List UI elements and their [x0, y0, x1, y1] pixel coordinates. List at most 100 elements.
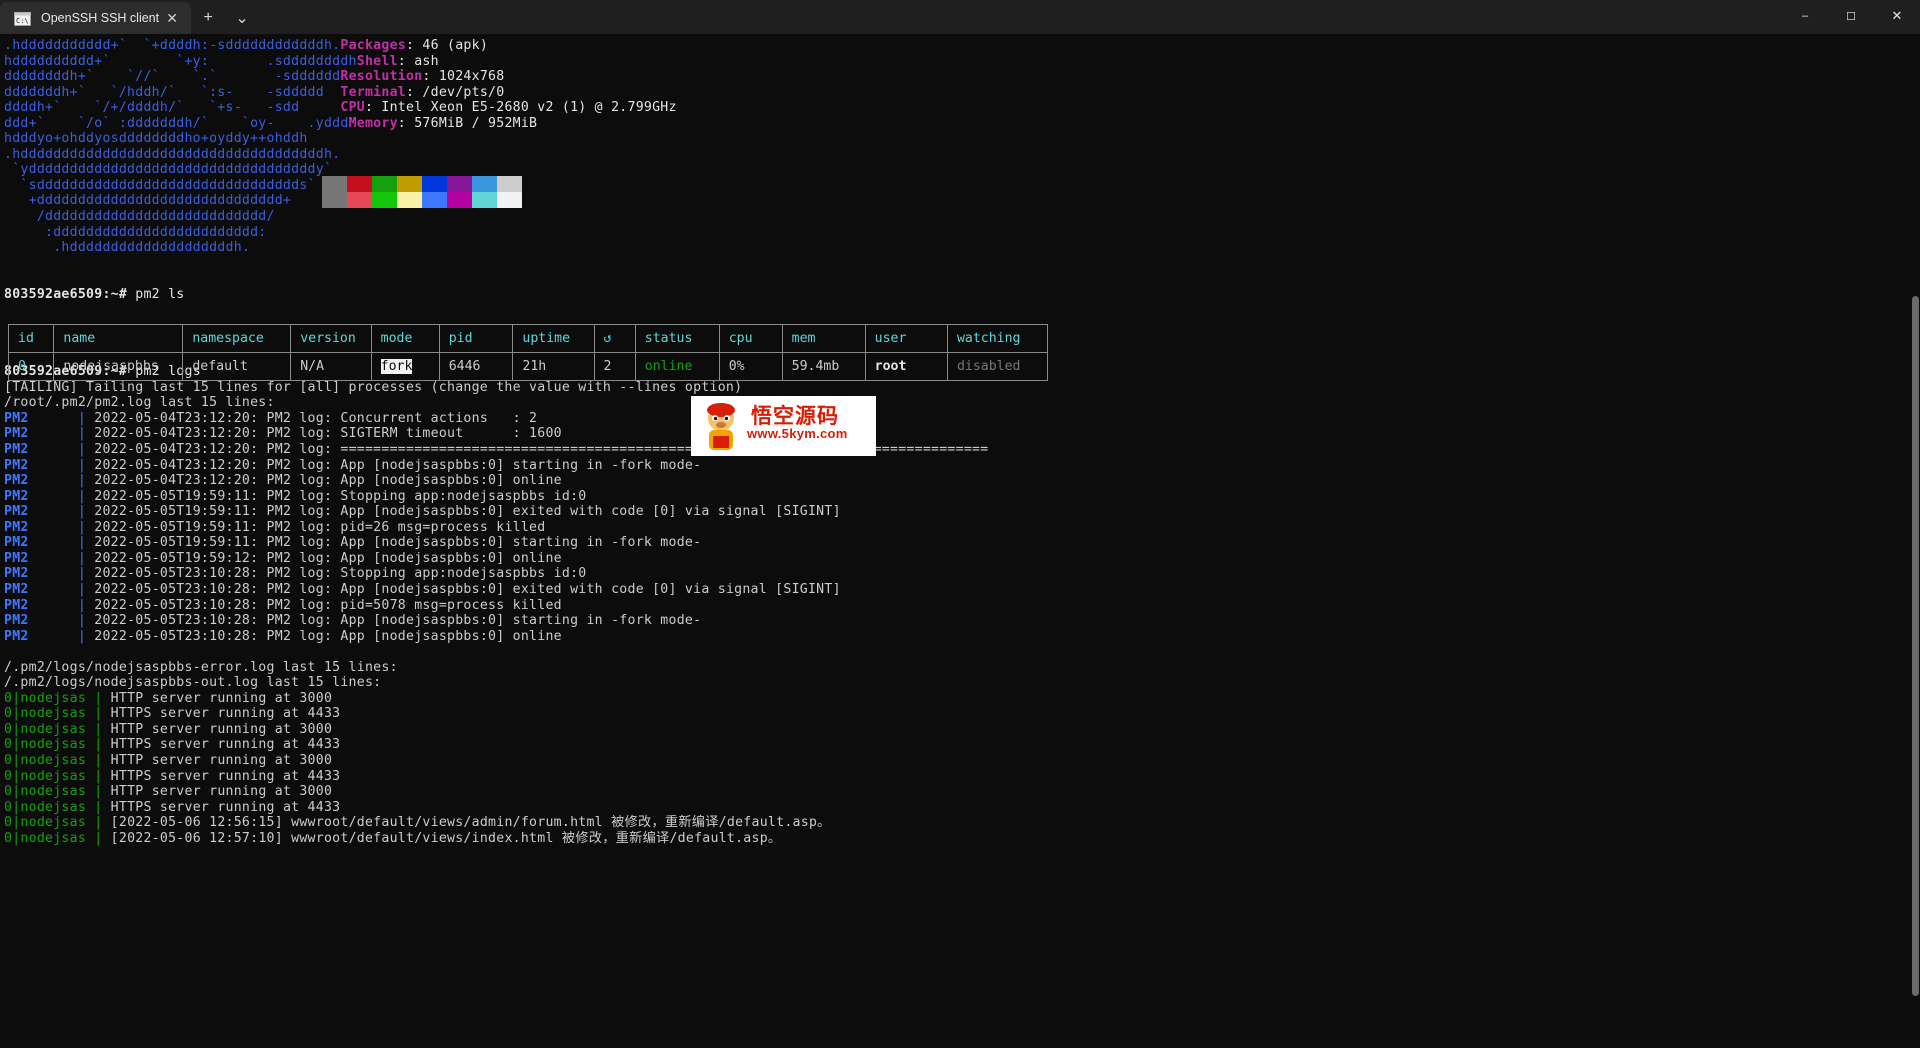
pm2-log-message: 2022-05-05T23:10:28: PM2 log: App [nodej… — [94, 628, 562, 644]
pm2-process-table: id name namespace version mode pid uptime ↺ stat… — [7, 324, 1049, 381]
terminal-tab[interactable]: C:\ OpenSSH SSH client ✕ — [0, 2, 192, 34]
palette-swatch — [422, 192, 447, 208]
out-log-header: /.pm2/logs/nodejsaspbbs-out.log last 15 … — [4, 675, 382, 691]
app-log-separator: | — [86, 830, 111, 846]
close-icon[interactable]: ✕ — [159, 5, 185, 31]
ascii-art-segment: .hdddddddddddddddddddddddddddddddddddddh… — [4, 146, 341, 162]
pm2-log-line: PM2 | 2022-05-04T23:12:20: PM2 log: Conc… — [4, 411, 1920, 427]
pm2-log-separator: | — [77, 410, 95, 426]
pm2-log-prefix: PM2 — [4, 566, 78, 582]
scrollbar-thumb[interactable] — [1912, 296, 1919, 996]
pm2-log-prefix: PM2 — [4, 597, 78, 613]
shell-command: pm2 ls — [135, 286, 185, 302]
terminal-screen: .hddddddddddd+` `+ddddh:-sddddddddddddh.… — [0, 34, 1920, 846]
app-log-line: 0|nodejsas | [2022-05-06 12:56:15] wwwro… — [4, 815, 1920, 831]
pm2-log-separator: | — [77, 613, 95, 629]
info-value: : 46 (apk) — [406, 38, 489, 53]
app-log-message: HTTPS server running at 4433 — [110, 799, 341, 815]
info-value: : Intel Xeon E5-2680 v2 (1) @ 2.799GHz — [364, 100, 677, 116]
ascii-art-segment: :ddddddddddddddddddddddddd: — [4, 224, 341, 240]
palette-swatch — [497, 176, 522, 192]
ascii-art-segment: `ydddddddddddddddddddddddddddddddddddy` — [4, 162, 341, 178]
pm2-log-prefix: PM2 — [4, 628, 78, 644]
palette-swatch — [422, 176, 447, 192]
pm2-log-message: 2022-05-05T19:59:11: PM2 log: App [nodej… — [94, 504, 841, 520]
pm2-log-message: 2022-05-05T23:10:28: PM2 log: App [nodej… — [94, 613, 702, 629]
pm2-value-version: N/A — [300, 359, 325, 374]
ascii-art-segment: hdddyo+ohddyosddddddddho+oyddy++ohddh — [4, 131, 341, 147]
pm2-header-version: version — [290, 324, 372, 353]
pm2-log-prefix: PM2 — [4, 550, 78, 566]
shell-prompt: 803592ae6509:~# — [4, 286, 136, 302]
terminal-icon: C:\ — [14, 11, 31, 26]
pm2-log-prefix: PM2 — [4, 519, 78, 535]
pm2-cell-name: nodejsaspbbs — [53, 352, 184, 381]
window-controls: – ☐ ✕ — [1782, 0, 1920, 32]
pm2-log-header: /root/.pm2/pm2.log last 15 lines: — [4, 395, 275, 411]
app-log-prefix: 0|nodejsas — [4, 830, 87, 846]
terminal-scrollbar[interactable] — [1911, 34, 1920, 1048]
pm2-log-line: PM2 | 2022-05-05T23:10:28: PM2 log: App … — [4, 613, 1920, 629]
app-log-message: HTTP server running at 3000 — [110, 752, 333, 768]
app-log-message: HTTP server running at 3000 — [110, 721, 333, 737]
new-tab-button[interactable]: + — [191, 2, 225, 34]
blank-line — [4, 644, 1920, 660]
neofetch-line: .hddddddddddddddddddddh. — [4, 240, 1920, 256]
pm2-log-separator: | — [77, 504, 95, 520]
pm2-cell-mode: fork — [370, 352, 440, 381]
command-line-pm2-ls: 803592ae6509:~# pm2 ls — [4, 287, 1920, 303]
app-log-separator: | — [86, 799, 111, 815]
pm2-value-watching: disabled — [956, 359, 1021, 374]
pm2-log-prefix: PM2 — [4, 581, 78, 597]
app-log-separator: | — [86, 721, 111, 737]
info-value: : /dev/pts/0 — [406, 84, 505, 100]
info-value: : 576MiB / 952MiB — [397, 115, 538, 131]
terminal-surface[interactable]: .hddddddddddd+` `+ddddh:-sddddddddddddh.… — [0, 34, 1920, 1048]
pm2-log-line: PM2 | 2022-05-05T23:10:28: PM2 log: pid=… — [4, 598, 1920, 614]
pm2-log-line: PM2 | 2022-05-04T23:12:20: PM2 log: ====… — [4, 442, 1920, 458]
pm2-log-message: 2022-05-05T23:10:28: PM2 log: App [nodej… — [94, 581, 841, 597]
app-log-prefix: 0|nodejsas — [4, 706, 87, 722]
watermark-overlay: 悟空源码 www.5kym.com — [691, 396, 876, 456]
app-log-prefix: 0|nodejsas — [4, 815, 87, 831]
pm2-value-restarts: 2 — [603, 359, 612, 374]
pm2-header-pid: pid — [438, 324, 514, 353]
pm2-table-row[interactable]: 0 nodejsaspbbs default N/A fork 6446 21h 2 onlin… — [7, 352, 1049, 381]
palette-row-normal — [322, 176, 522, 192]
pm2-cell-uptime: 21h — [512, 352, 595, 381]
pm2-log-line: PM2 | 2022-05-05T19:59:11: PM2 log: Stop… — [4, 489, 1920, 505]
palette-swatch — [497, 192, 522, 208]
pm2-log-prefix: PM2 — [4, 410, 78, 426]
ascii-art-segment: ddddddddh+` `//` `.` -sdddddd — [4, 69, 341, 85]
neofetch-color-palette — [322, 176, 522, 208]
pm2-log-message: 2022-05-05T19:59:12: PM2 log: App [nodej… — [94, 550, 562, 566]
app-log-message: HTTPS server running at 4433 — [110, 768, 341, 784]
maximize-button[interactable]: ☐ — [1828, 0, 1874, 32]
chevron-down-icon[interactable]: ⌄ — [225, 2, 259, 34]
neofetch-line: ddddddddh+` `//` `.` -sddddddResolution:… — [4, 69, 1920, 85]
pm2-log-line: PM2 | 2022-05-05T19:59:11: PM2 log: pid=… — [4, 520, 1920, 536]
app-log-line: 0|nodejsas | HTTP server running at 3000 — [4, 784, 1920, 800]
app-log-prefix: 0|nodejsas — [4, 784, 87, 800]
app-log-line: 0|nodejsas | HTTP server running at 3000 — [4, 753, 1920, 769]
window-close-button[interactable]: ✕ — [1874, 0, 1920, 32]
neofetch-line: .hddddddddddd+` `+ddddh:-sddddddddddddh.… — [4, 38, 1920, 54]
tailing-notice: [TAILING] Tailing last 15 lines for [all… — [4, 379, 743, 395]
palette-swatch — [472, 176, 497, 192]
palette-swatch — [397, 176, 422, 192]
info-label: Resolution — [340, 69, 423, 85]
pm2-log-line: PM2 | 2022-05-05T23:10:28: PM2 log: App … — [4, 582, 1920, 598]
pm2-value-pid: 6446 — [448, 359, 481, 374]
app-log-line: 0|nodejsas | [2022-05-06 12:57:10] wwwro… — [4, 831, 1920, 847]
app-log-separator: | — [86, 752, 111, 768]
neofetch-line: +dddddddddddddddddddddddddddddd+ — [4, 193, 1920, 209]
pm2-cell-restarts: 2 — [593, 352, 636, 381]
pm2-value-mode: fork — [380, 359, 413, 374]
ascii-art-segment: ddd+` `/o` :dddddddh/` `oy- .yddd — [4, 115, 349, 131]
minimize-button[interactable]: – — [1782, 0, 1828, 32]
app-log-message: HTTP server running at 3000 — [110, 784, 333, 800]
palette-swatch — [322, 192, 347, 208]
pm2-cell-cpu: 0% — [718, 352, 783, 381]
app-log-separator: | — [86, 690, 111, 706]
pm2-header-id: id — [7, 324, 55, 353]
